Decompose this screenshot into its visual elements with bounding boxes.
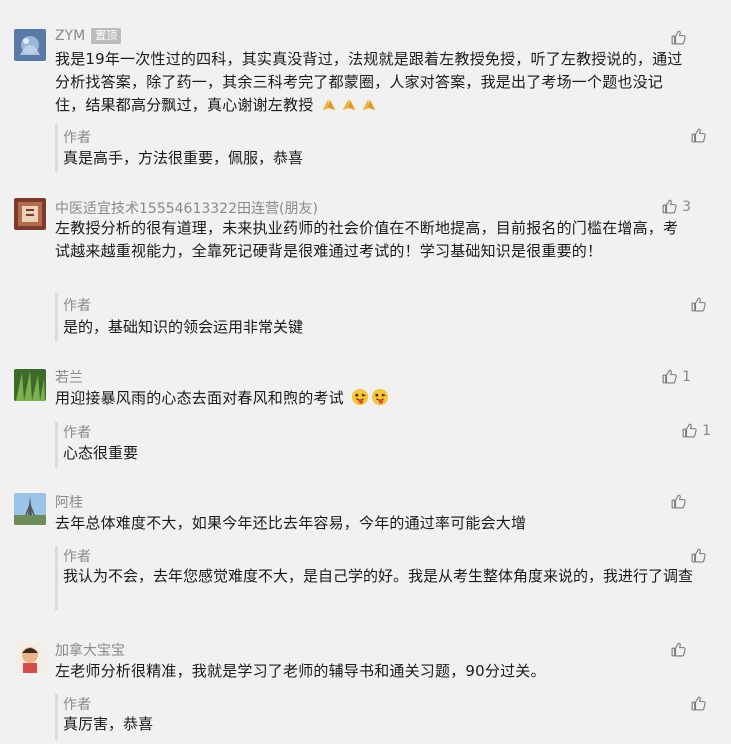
comment-nickname: 加拿大宝宝 (55, 643, 125, 659)
avatar[interactable] (14, 369, 46, 401)
reply-author: 作者 (63, 298, 91, 314)
comment-item: 加拿大宝宝 左老师分析很精准，我就是学习了老师的辅导书和通关习题，90分过关。 … (0, 626, 731, 744)
reply-text: 我认为不会，去年您感觉难度不大，是自己学的好。我是从考生整体角度来说的，我进行了… (63, 567, 694, 585)
author-reply: 作者 真厉害，恭喜 (55, 694, 698, 740)
like-button[interactable] (670, 493, 691, 510)
thumbs-up-icon (690, 695, 707, 712)
avatar[interactable] (14, 641, 46, 673)
comment-text-body: 用迎接暴风雨的心态去面对春风和煦的考试 (55, 389, 344, 407)
avatar[interactable] (14, 198, 46, 230)
comment-text: 左老师分析很精准，我就是学习了老师的辅导书和通关习题，90分过关。 (55, 662, 546, 680)
comment-nickname: 阿桂 (55, 495, 83, 511)
comment-text: 用迎接暴风雨的心态去面对春风和煦的考试 (55, 387, 685, 410)
like-count: 3 (682, 198, 691, 215)
comment-nickname: ZYM 置顶 (55, 28, 122, 44)
like-button[interactable]: 3 (661, 198, 691, 215)
reply-author: 作者 (63, 425, 91, 441)
pinned-badge: 置顶 (91, 28, 122, 44)
comment-item: 若兰 1 用迎接暴风雨的心态去面对春风和煦的考试 作者 心态很重要 1 (0, 350, 731, 476)
thumbs-up-icon (670, 641, 687, 658)
thumbs-up-icon (690, 547, 707, 564)
comment-nickname: 若兰 (55, 370, 83, 386)
author-reply: 作者 我认为不会，去年您感觉难度不大，是自己学的好。我是从考生整体角度来说的，我… (55, 546, 698, 610)
comment-text: 去年总体难度不大，如果今年还比去年容易，今年的通过率可能会大增 (55, 514, 527, 532)
comment-item: 阿桂 去年总体难度不大，如果今年还比去年容易，今年的通过率可能会大增 作者 我认… (0, 476, 731, 626)
thumbs-up-icon (681, 422, 698, 439)
pray-emoji (313, 96, 378, 114)
tongue-emoji (344, 388, 389, 407)
thumbs-up-icon (661, 368, 678, 385)
comment-text: 左教授分析的很有道理，未来执业药师的社会价值在不断地提高，目前报名的门槛在增高，… (55, 219, 679, 260)
thumbs-up-icon (690, 127, 707, 144)
reply-like-button[interactable] (690, 695, 711, 712)
like-count: 1 (682, 368, 691, 385)
avatar[interactable] (14, 29, 46, 61)
like-count: 1 (702, 422, 711, 439)
comment-nickname: 中医适宜技术15554613322田连营(朋友) (55, 201, 318, 217)
author-reply: 作者 是的，基础知识的领会运用非常关键 (55, 293, 698, 341)
author-reply: 作者 真是高手，方法很重要，佩服，恭喜 (55, 124, 698, 172)
thumbs-up-icon (670, 493, 687, 510)
reply-author: 作者 (63, 697, 91, 713)
comment-item: 中医适宜技术15554613322田连营(朋友) 3 左教授分析的很有道理，未来… (0, 180, 731, 350)
thumbs-up-icon (670, 29, 687, 46)
comment-item: ZYM 置顶 我是19年一次性过的四科，其实真没背过，法规就是跟着左教授免授，听了… (0, 0, 731, 180)
thumbs-up-icon (690, 296, 707, 313)
reply-author: 作者 (63, 549, 91, 565)
author-reply: 作者 心态很重要 1 (55, 422, 711, 468)
thumbs-up-icon (661, 198, 678, 215)
avatar[interactable] (14, 493, 46, 525)
reply-text: 真厉害，恭喜 (63, 715, 154, 733)
reply-like-button[interactable] (690, 127, 711, 144)
reply-like-button[interactable] (690, 296, 711, 313)
comment-text: 我是19年一次性过的四科，其实真没背过，法规就是跟着左教授免授，听了左教授说的，… (55, 48, 685, 117)
nickname-text: ZYM (55, 28, 86, 44)
reply-author: 作者 (63, 130, 91, 146)
reply-text: 心态很重要 (63, 444, 139, 462)
reply-like-button[interactable] (690, 547, 711, 564)
like-button[interactable] (670, 29, 691, 46)
like-button[interactable] (670, 641, 691, 658)
reply-like-button[interactable]: 1 (681, 422, 711, 439)
like-button[interactable]: 1 (661, 368, 691, 385)
reply-text: 真是高手，方法很重要，佩服，恭喜 (63, 149, 304, 167)
reply-text: 是的，基础知识的领会运用非常关键 (63, 318, 304, 336)
